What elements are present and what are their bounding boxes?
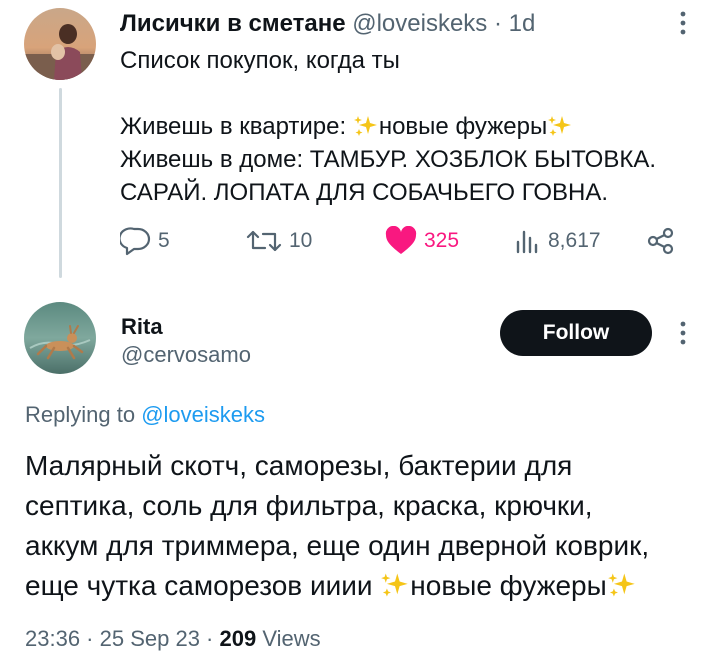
main-text-line: аккум для триммера, еще один дверной ков… [25, 530, 650, 561]
views-button[interactable]: 8,617 [514, 226, 601, 256]
parent-tweet-text: Список покупок, когда ты Живешь в кварти… [120, 44, 656, 209]
views-count: 8,617 [548, 229, 601, 252]
meta-separator: · [199, 626, 220, 651]
replying-handle-link[interactable]: @loveiskeks [141, 402, 265, 427]
share-button[interactable] [646, 226, 676, 256]
retweet-button[interactable]: 10 [245, 226, 312, 256]
parent-author-name[interactable]: Лисички в сметане [120, 10, 346, 37]
reply-icon [120, 227, 151, 256]
reply-button[interactable]: 5 [120, 226, 170, 256]
retweet-count: 10 [289, 229, 313, 252]
main-text-line: Малярный скотч, саморезы, бактерии для [25, 450, 573, 481]
main-tweet-text: Малярный скотч, саморезы, бактерии для с… [25, 446, 649, 606]
share-icon [647, 227, 674, 255]
parent-text-line: Список покупок, когда ты [120, 47, 400, 74]
main-text-line: еще чутка саморезов ииии новые фужеры [25, 566, 649, 606]
retweet-icon [246, 230, 282, 252]
parent-text-line: Живешь в доме: ТАМБУР. ХОЗБЛОК БЫТОВКА. [120, 146, 656, 173]
views-icon [516, 230, 538, 254]
main-text-line: септика, соль для фильтра, краска, крючк… [25, 490, 593, 521]
sparkles-icon [353, 115, 379, 137]
replying-to: Replying to @loveiskeks [25, 402, 265, 428]
main-author-name[interactable]: Rita [121, 314, 163, 340]
parent-text-line: Живешь в квартире: новые фужеры [120, 110, 656, 143]
parent-time[interactable]: 1d [509, 10, 536, 37]
parent-text-line: САРАЙ. ЛОПАТА ДЛЯ СОБАЧЬЕГО ГОВНА. [120, 179, 609, 206]
like-count: 325 [424, 229, 460, 252]
parent-action-bar: 5 10 325 8,617 [0, 226, 720, 262]
follow-button[interactable]: Follow [500, 310, 652, 356]
parent-avatar[interactable] [24, 8, 96, 80]
reply-count: 5 [158, 229, 170, 252]
heart-icon [385, 226, 417, 254]
sparkles-icon [380, 572, 410, 598]
main-text-segment: новые фужеры [410, 570, 607, 601]
main-tweet[interactable]: Rita @cervosamo Follow Replying to @love… [0, 296, 720, 659]
parent-text-blank [120, 77, 656, 110]
sparkles-icon [607, 572, 637, 598]
parent-header: Лисички в сметане @loveiskeks · 1d [120, 10, 535, 38]
views-label: Views [256, 626, 321, 651]
main-handle[interactable]: @cervosamo [121, 342, 251, 368]
parent-text-segment: новые фужеры [378, 113, 548, 140]
parent-separator: · [493, 10, 502, 37]
parent-handle[interactable]: @loveiskeks [352, 10, 487, 37]
parent-tweet[interactable]: Лисички в сметане @loveiskeks · 1d Списо… [0, 0, 720, 285]
views-number[interactable]: 209 [220, 626, 257, 651]
like-button[interactable]: 325 [384, 226, 459, 256]
tweet-date[interactable]: 25 Sep 23 [100, 626, 200, 651]
main-avatar[interactable] [24, 302, 96, 374]
main-text-segment: еще чутка саморезов ииии [25, 570, 381, 601]
replying-prefix: Replying to [25, 402, 142, 427]
tweet-meta: 23:36 · 25 Sep 23 · 209 Views [25, 626, 321, 652]
parent-text-segment: Живешь в квартире: [120, 113, 353, 140]
tweet-time[interactable]: 23:36 [25, 626, 80, 651]
more-icon[interactable] [676, 318, 690, 348]
more-icon[interactable] [676, 8, 690, 38]
sparkles-icon [547, 115, 573, 137]
meta-separator: · [80, 626, 100, 651]
